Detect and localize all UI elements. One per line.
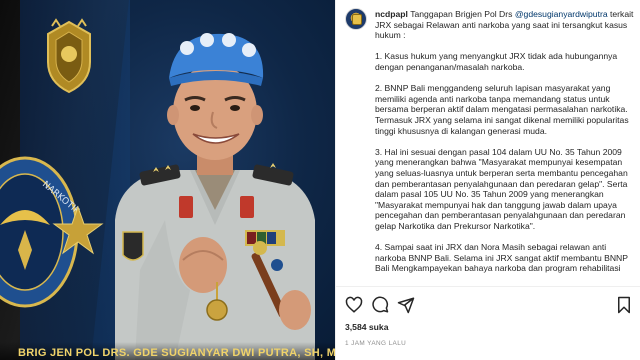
caption-first-line: ncdpapl Tanggapan Brigjen Pol Drs @gdesu… xyxy=(345,9,635,41)
caption-point-1: 1. Kasus hukum yang menyangkut JRX tidak… xyxy=(375,51,618,72)
caption-point-4: 4. Sampai saat ini JRX dan Nora Masih se… xyxy=(375,242,628,274)
share-icon[interactable] xyxy=(397,296,415,314)
post-timestamp[interactable]: 1 JAM YANG LALU xyxy=(345,340,406,347)
mention-link[interactable]: @gdesugianyardwiputra xyxy=(515,9,608,19)
photo-caption: BRIG JEN POL DRS. GDE SUGIANYAR DWI PUTR… xyxy=(0,342,335,360)
police-emblem-icon xyxy=(47,18,91,94)
post-photo[interactable]: NARKOTIK BRIG JEN POL DRS. GDE SUGIANYAR… xyxy=(0,0,335,360)
post-actions xyxy=(345,296,635,314)
comment-icon[interactable] xyxy=(371,296,389,314)
likes-count[interactable]: 3,584 suka xyxy=(345,322,388,332)
post-username[interactable]: ncdpapl xyxy=(375,9,408,19)
officer-portrait xyxy=(115,33,315,360)
bookmark-icon[interactable] xyxy=(615,296,633,314)
caption-prefix: Tanggapan Brigjen Pol Drs xyxy=(410,9,515,19)
heart-icon[interactable] xyxy=(345,296,363,314)
post-caption: ncdpapl Tanggapan Brigjen Pol Drs @gdesu… xyxy=(345,9,635,284)
caption-point-2: 2. BNNP Bali menggandeng seluruh lapisan… xyxy=(375,83,629,136)
caption-point-3: 3. Hal ini sesuai dengan pasal 104 dalam… xyxy=(375,146,628,231)
actions-divider xyxy=(335,286,640,287)
